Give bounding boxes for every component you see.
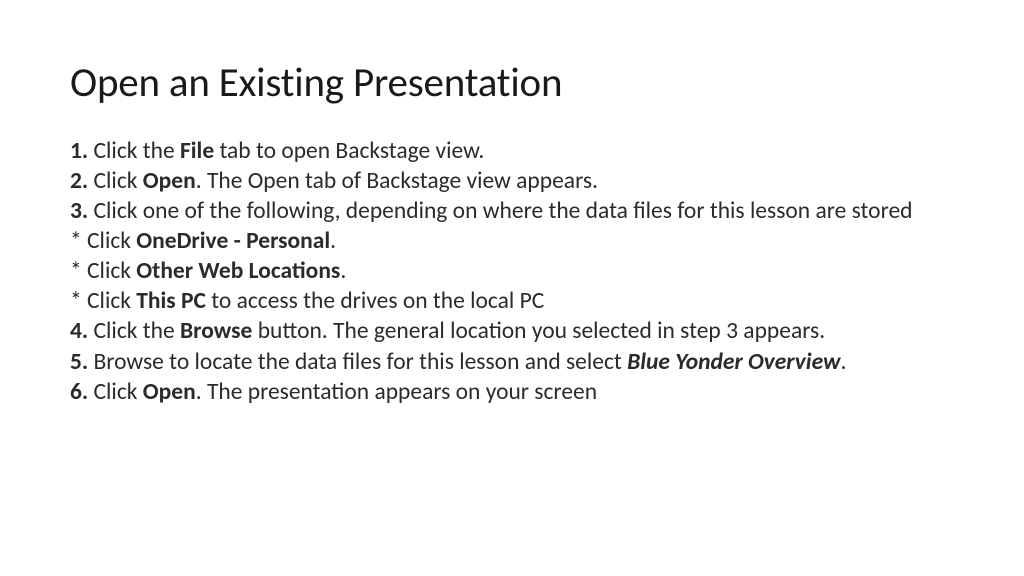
text: . bbox=[340, 257, 346, 285]
step-number: 4. bbox=[70, 317, 88, 345]
bold-term: This PC bbox=[136, 287, 206, 315]
text: . The Open tab of Backstage view appears… bbox=[196, 167, 598, 195]
text: . bbox=[840, 348, 846, 376]
text: Click bbox=[88, 167, 143, 195]
bold-term: File bbox=[180, 137, 214, 165]
text: tab to open Backstage view. bbox=[214, 137, 484, 165]
bold-italic-term: Blue Yonder Overview bbox=[627, 348, 840, 376]
step-4: 4. Click the Browse button. The general … bbox=[70, 316, 954, 346]
bold-term: Open bbox=[143, 378, 196, 406]
step-number: 2. bbox=[70, 167, 88, 195]
step-5: 5. Browse to locate the data files for t… bbox=[70, 347, 954, 377]
bold-term: Open bbox=[143, 167, 196, 195]
text: Click the bbox=[88, 137, 180, 165]
step-number: 3. bbox=[70, 197, 88, 225]
step-1: 1. Click the File tab to open Backstage … bbox=[70, 136, 954, 166]
step-number: 5. bbox=[70, 348, 88, 376]
slide-body: 1. Click the File tab to open Backstage … bbox=[70, 136, 954, 407]
text: Browse to locate the data files for this… bbox=[88, 348, 627, 376]
bullet-2: * Click Other Web Locations. bbox=[70, 256, 954, 286]
text: . bbox=[330, 227, 336, 255]
step-number: 1. bbox=[70, 137, 88, 165]
step-6: 6. Click Open. The presentation appears … bbox=[70, 377, 954, 407]
text: * Click bbox=[70, 227, 136, 255]
step-number: 6. bbox=[70, 378, 88, 406]
text: * Click bbox=[70, 257, 136, 285]
text: Click one of the following, depending on… bbox=[88, 197, 912, 225]
slide-title: Open an Existing Presentation bbox=[70, 58, 954, 108]
bullet-3: * Click This PC to access the drives on … bbox=[70, 286, 954, 316]
text: Click bbox=[88, 378, 143, 406]
bold-term: Browse bbox=[180, 317, 252, 345]
bold-term: Other Web Locations bbox=[136, 257, 340, 285]
slide: Open an Existing Presentation 1. Click t… bbox=[0, 0, 1024, 576]
bullet-1: * Click OneDrive - Personal. bbox=[70, 226, 954, 256]
text: to access the drives on the local PC bbox=[206, 287, 544, 315]
text: Click the bbox=[88, 317, 180, 345]
step-3: 3. Click one of the following, depending… bbox=[70, 196, 954, 226]
text: . The presentation appears on your scree… bbox=[196, 378, 597, 406]
step-2: 2. Click Open. The Open tab of Backstage… bbox=[70, 166, 954, 196]
bold-term: OneDrive - Personal bbox=[136, 227, 330, 255]
text: button. The general location you selecte… bbox=[252, 317, 825, 345]
text: * Click bbox=[70, 287, 136, 315]
